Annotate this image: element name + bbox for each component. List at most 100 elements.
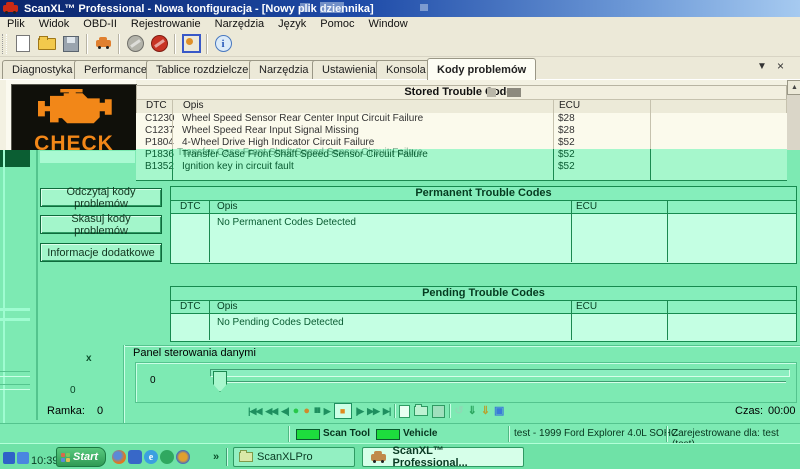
app-green-icon[interactable] <box>160 450 174 464</box>
playback-slider-track[interactable] <box>210 369 790 377</box>
column-divider <box>667 301 668 340</box>
messenger-icon[interactable] <box>128 450 142 464</box>
pending-column-header[interactable]: DTC Opis ECU <box>171 301 796 314</box>
column-divider <box>553 99 554 149</box>
export-icon[interactable]: ↺ <box>454 404 463 418</box>
new-file-button[interactable] <box>11 33 35 55</box>
toolbar-separator <box>206 34 208 54</box>
snapshot-icon[interactable]: ● <box>303 404 310 418</box>
menu-narzedzia[interactable]: Narzędzia <box>208 18 272 30</box>
menu-widok[interactable]: Widok <box>32 18 77 30</box>
column-divider <box>650 149 651 180</box>
table-row[interactable]: C1230 Wheel Speed Sensor Rear Center Inp… <box>136 113 787 125</box>
menu-obd[interactable]: OBD-II <box>76 18 124 30</box>
dashboard-layout-button[interactable] <box>179 33 203 55</box>
start-button[interactable]: Start <box>56 447 106 467</box>
glitch-artifact <box>0 371 30 377</box>
glitch-artifact <box>420 4 428 11</box>
col-opis[interactable]: Opis <box>217 301 238 313</box>
col-dtc[interactable]: DTC <box>146 100 167 112</box>
skip-start-icon[interactable]: |◀◀ <box>248 404 261 418</box>
table-row[interactable]: B1352 Ignition key in circuit fault $52 <box>136 161 787 173</box>
new-log-icon[interactable] <box>399 405 410 418</box>
menu-plik[interactable]: Plik <box>0 18 32 30</box>
save-log-icon[interactable] <box>432 405 445 418</box>
ecu-id: $52 <box>558 149 575 161</box>
col-dtc[interactable]: DTC <box>180 201 201 213</box>
rewind-icon[interactable]: ◀◀ <box>265 404 277 418</box>
table-row[interactable]: P1836 Transfer Case Front Shaft Speed Se… <box>136 149 787 161</box>
tab-ustawienia[interactable]: Ustawienia <box>312 60 386 79</box>
step-back-icon[interactable]: ◀| <box>281 404 288 418</box>
info-button[interactable]: i <box>211 33 235 55</box>
additional-info-button[interactable]: Informacje dodatkowe <box>40 243 162 262</box>
open-file-button[interactable] <box>35 33 59 55</box>
tray-icon[interactable] <box>3 452 15 464</box>
playback-slider-channel[interactable] <box>213 381 786 383</box>
col-dtc[interactable]: DTC <box>180 301 201 313</box>
tab-label: Narzędzia <box>259 64 309 76</box>
disconnect-button[interactable] <box>147 33 171 55</box>
open-log-icon[interactable] <box>414 406 428 416</box>
tray-icon[interactable] <box>17 452 29 464</box>
skip-end-icon[interactable]: ▶| <box>383 404 390 418</box>
task-label: ScanXL™ Professional... <box>393 445 518 469</box>
vehicle-label: Vehicle <box>403 428 437 439</box>
media-player-icon[interactable] <box>176 450 190 464</box>
tab-diagnostyka[interactable]: Diagnostyka <box>2 60 83 79</box>
play-icon[interactable]: ▶ <box>324 404 330 418</box>
glitch-artifact <box>0 308 30 311</box>
col-opis[interactable]: Opis <box>183 100 204 112</box>
permanent-column-header[interactable]: DTC Opis ECU <box>171 201 796 214</box>
firefox-icon[interactable] <box>112 450 126 464</box>
taskbar-button-scanxl[interactable]: ScanXL™ Professional... <box>362 447 524 467</box>
tab-performance[interactable]: Performance <box>74 60 157 79</box>
menu-pomoc[interactable]: Pomoc <box>313 18 361 30</box>
folder-icon <box>239 452 253 462</box>
step-forward-icon[interactable]: |▶ <box>356 404 363 418</box>
menu-rejestrowanie[interactable]: Rejestrowanie <box>124 18 208 30</box>
col-opis[interactable]: Opis <box>217 201 238 213</box>
toolbar-separator <box>86 34 88 54</box>
tab-strip: Diagnostyka Performance Tablice rozdziel… <box>0 57 800 80</box>
col-ecu[interactable]: ECU <box>559 100 580 112</box>
internet-explorer-icon[interactable]: e <box>144 450 158 464</box>
fast-forward-icon[interactable]: ▶▶ <box>367 404 379 418</box>
send-down-green-icon[interactable]: ⇓ <box>468 404 477 418</box>
clear-codes-button[interactable]: Skasuj kody problemów <box>40 215 162 234</box>
tab-scroll-dropdown[interactable]: ▼ <box>757 61 767 72</box>
vehicle-button[interactable] <box>91 33 115 55</box>
col-ecu[interactable]: ECU <box>576 301 597 313</box>
taskbar-button-scanxlpro[interactable]: ScanXLPro <box>233 447 355 467</box>
send-down-yellow-icon[interactable]: ⇓ <box>481 404 490 418</box>
col-ecu[interactable]: ECU <box>576 201 597 213</box>
vehicle-info: test - 1999 Ford Explorer 4.0L SOHC <box>514 428 678 439</box>
frame-view-icon[interactable]: ▣ <box>494 404 504 418</box>
start-label: Start <box>73 451 98 463</box>
record-icon[interactable]: ● <box>293 404 300 418</box>
stored-column-header[interactable]: DTC Opis ECU <box>136 99 787 114</box>
tab-kody-problemow[interactable]: Kody problemów <box>427 58 536 80</box>
playback-separator <box>449 404 450 418</box>
stop-button[interactable]: ■ <box>334 403 352 419</box>
scrollbar-up-icon[interactable]: ▲ <box>787 80 800 95</box>
pause-icon[interactable]: ▮▮ <box>314 404 320 418</box>
menu-jezyk[interactable]: Język <box>271 18 313 30</box>
taskbar-clock: 10:39 <box>31 455 59 467</box>
time-label: Czas: <box>735 405 763 417</box>
menu-bar: Plik Widok OBD-II Rejestrowanie Narzędzi… <box>0 17 800 31</box>
save-file-button[interactable] <box>59 33 83 55</box>
close-icon[interactable]: x <box>86 353 92 364</box>
table-row[interactable]: C1237 Wheel Speed Rear Input Signal Miss… <box>136 125 787 137</box>
status-divider <box>508 426 509 442</box>
connect-button[interactable] <box>123 33 147 55</box>
tab-tablice-rozdzielcze[interactable]: Tablice rozdzielcze <box>146 60 258 79</box>
toolbar-grip[interactable] <box>2 34 7 54</box>
column-divider <box>553 149 554 180</box>
read-codes-button[interactable]: Odczytaj kody problemów <box>40 188 162 207</box>
tab-narzedzia[interactable]: Narzędzia <box>249 60 319 79</box>
quicklaunch-overflow-chevron[interactable]: » <box>213 451 219 463</box>
tab-close-icon[interactable]: × <box>777 59 784 73</box>
title-bar[interactable]: ScanXL™ Professional - Nowa konfiguracja… <box>0 0 800 17</box>
menu-window[interactable]: Window <box>362 18 415 30</box>
